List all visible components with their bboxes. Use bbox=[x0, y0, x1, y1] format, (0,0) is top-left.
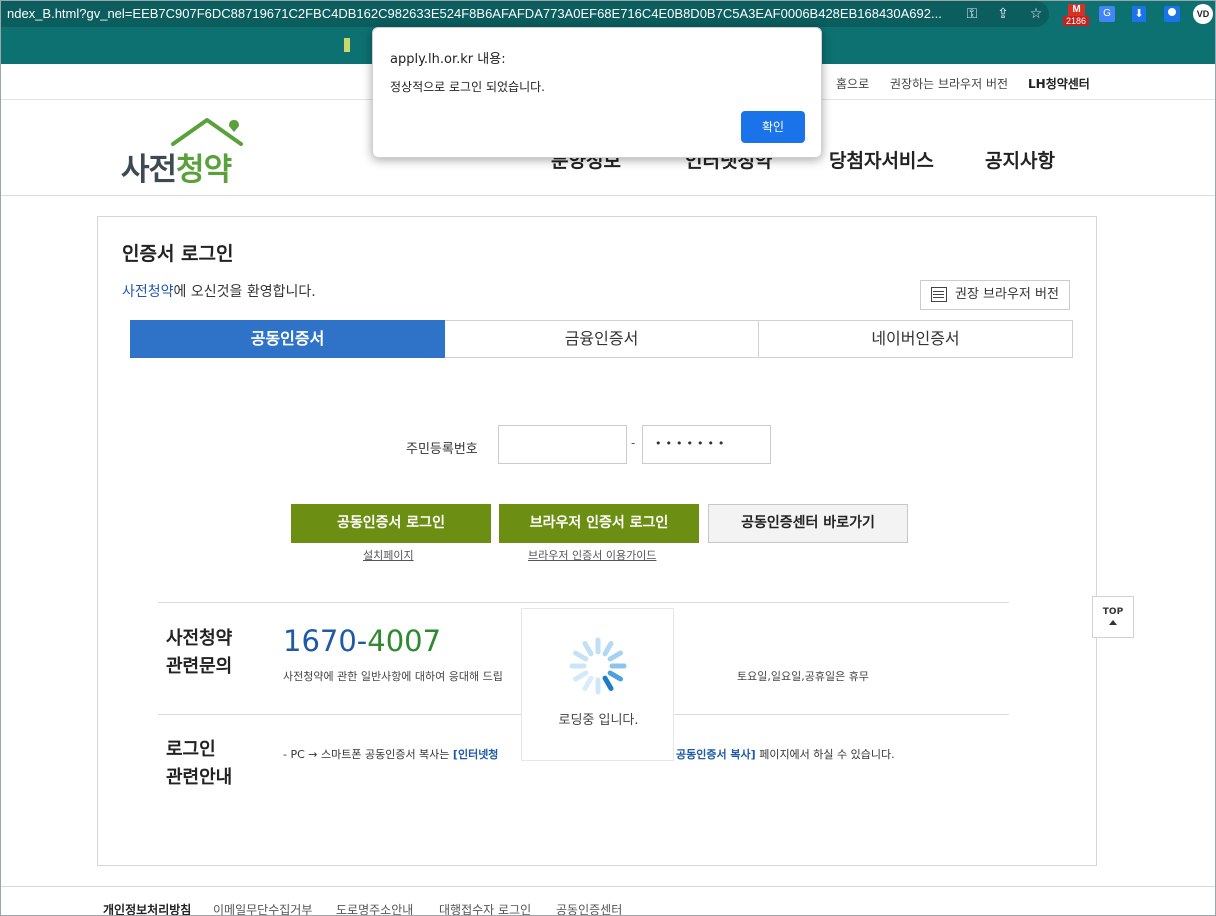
browser-version-link[interactable]: 권장하는 브라우저 버전 bbox=[890, 75, 1008, 92]
banner-mark bbox=[344, 38, 350, 52]
loading-overlay: 로딩중 입니다. bbox=[521, 608, 674, 761]
page-title: 인증서 로그인 bbox=[122, 243, 234, 265]
guide-text: - PC → 스마트폰 공동인증서 복사는 [인터넷청 bbox=[283, 748, 499, 761]
guide-title: 로그인 관련안내 bbox=[166, 739, 233, 788]
browser-cert-login-button[interactable]: 브라우저 인증서 로그인 bbox=[499, 504, 699, 543]
scroll-top-button[interactable]: TOP bbox=[1092, 596, 1134, 638]
key-icon[interactable]: ⚿ bbox=[963, 5, 981, 23]
divider bbox=[158, 602, 1009, 603]
gmail-badge: 2186 bbox=[1063, 16, 1089, 26]
rrn-label: 주민등록번호 bbox=[406, 442, 478, 457]
install-page-link[interactable]: 설치페이지 bbox=[363, 547, 414, 563]
footer-privacy-link[interactable]: 개인정보처리방침 bbox=[103, 901, 191, 915]
browser-version-button[interactable]: 권장 브라우저 버전 bbox=[920, 280, 1070, 310]
site-logo[interactable]: 사전청약 bbox=[121, 114, 261, 188]
calendar-icon bbox=[931, 287, 947, 302]
dialog-origin: apply.lh.or.kr 내용: bbox=[390, 52, 506, 67]
gnb-item-notice[interactable]: 공지사항 bbox=[985, 146, 1055, 173]
footer-email-refusal-link[interactable]: 이메일무단수집거부 bbox=[213, 901, 312, 915]
tab-financial-cert[interactable]: 금융인증서 bbox=[445, 320, 759, 358]
gmail-extension-icon[interactable]: M 2186 bbox=[1063, 4, 1089, 26]
browser-cert-guide-link[interactable]: 브라우저 인증서 이용가이드 bbox=[528, 547, 656, 563]
browser-toolbar: ndex_B.html?gv_nel=EEB7C907F6DC88719671C… bbox=[1, 1, 1215, 28]
dialog-ok-button[interactable]: 확인 bbox=[741, 111, 805, 143]
guide-text-cont: 공동인증서 복사] 페이지에서 하실 수 있습니다. bbox=[676, 748, 895, 761]
site-footer: 개인정보처리방침 이메일무단수집거부 도로명주소안내 대행접수자 로그인 공동인… bbox=[1, 886, 1215, 915]
inquiry-description: 사전청약에 관한 일반사항에 대하여 응대해 드립 bbox=[283, 670, 503, 683]
inquiry-title: 사전청약 관련문의 bbox=[166, 628, 233, 677]
arrow-up-icon bbox=[1109, 620, 1117, 625]
footer-agent-login-link[interactable]: 대행접수자 로그인 bbox=[439, 901, 531, 915]
rrn-dash: - bbox=[631, 436, 636, 450]
rrn-back-input[interactable]: ••••••• bbox=[642, 425, 771, 464]
address-bar[interactable]: ndex_B.html?gv_nel=EEB7C907F6DC88719671C… bbox=[1, 1, 1049, 27]
url-text[interactable]: ndex_B.html?gv_nel=EEB7C907F6DC88719671C… bbox=[7, 6, 957, 21]
person-extension-icon[interactable] bbox=[1164, 6, 1180, 22]
alert-dialog: apply.lh.or.kr 내용: 정상적으로 로그인 되었습니다. 확인 bbox=[372, 27, 822, 158]
download-icon[interactable]: ⬇ bbox=[1132, 6, 1146, 22]
gmail-icon: M bbox=[1068, 4, 1085, 16]
browser-window: ndex_B.html?gv_nel=EEB7C907F6DC88719671C… bbox=[0, 0, 1216, 916]
home-link[interactable]: 홈으로 bbox=[836, 75, 869, 92]
inquiry-phone: 1670-4007 bbox=[283, 624, 442, 658]
cert-copy-link[interactable]: 공동인증서 복사] bbox=[676, 748, 756, 761]
login-panel: 인증서 로그인 사전청약에 오신것을 환영합니다. 권장 브라우저 버전 공동인… bbox=[97, 216, 1097, 866]
profile-avatar[interactable]: VD bbox=[1193, 4, 1213, 24]
footer-cert-center-link[interactable]: 공동인증센터 bbox=[556, 901, 622, 915]
loading-text: 로딩중 입니다. bbox=[558, 713, 639, 728]
tab-joint-cert[interactable]: 공동인증서 bbox=[130, 320, 445, 358]
gnb-item-winner-service[interactable]: 당첨자서비스 bbox=[829, 146, 934, 173]
tab-naver-cert[interactable]: 네이버인증서 bbox=[759, 320, 1073, 358]
dialog-message: 정상적으로 로그인 되었습니다. bbox=[390, 80, 545, 94]
rrn-front-input[interactable] bbox=[498, 425, 627, 464]
lh-center-link[interactable]: LH청약센터 bbox=[1028, 75, 1090, 92]
star-icon[interactable]: ☆ bbox=[1027, 5, 1045, 23]
share-icon[interactable]: ⇪ bbox=[994, 5, 1012, 23]
cert-center-button[interactable]: 공동인증센터 바로가기 bbox=[708, 504, 908, 543]
cert-tabs: 공동인증서 금융인증서 네이버인증서 bbox=[130, 320, 1073, 358]
internet-apply-link[interactable]: [인터넷청 bbox=[453, 748, 499, 761]
translate-extension-icon[interactable]: G bbox=[1099, 6, 1115, 22]
welcome-text: 사전청약에 오신것을 환영합니다. bbox=[122, 284, 316, 300]
footer-address-link[interactable]: 도로명주소안내 bbox=[336, 901, 413, 915]
spinner-icon bbox=[569, 637, 627, 695]
cert-login-button[interactable]: 공동인증서 로그인 bbox=[291, 504, 491, 543]
logo-text: 사전청약 bbox=[121, 152, 232, 188]
inquiry-holiday-note: 토요일,일요일,공휴일은 휴무 bbox=[737, 670, 869, 683]
